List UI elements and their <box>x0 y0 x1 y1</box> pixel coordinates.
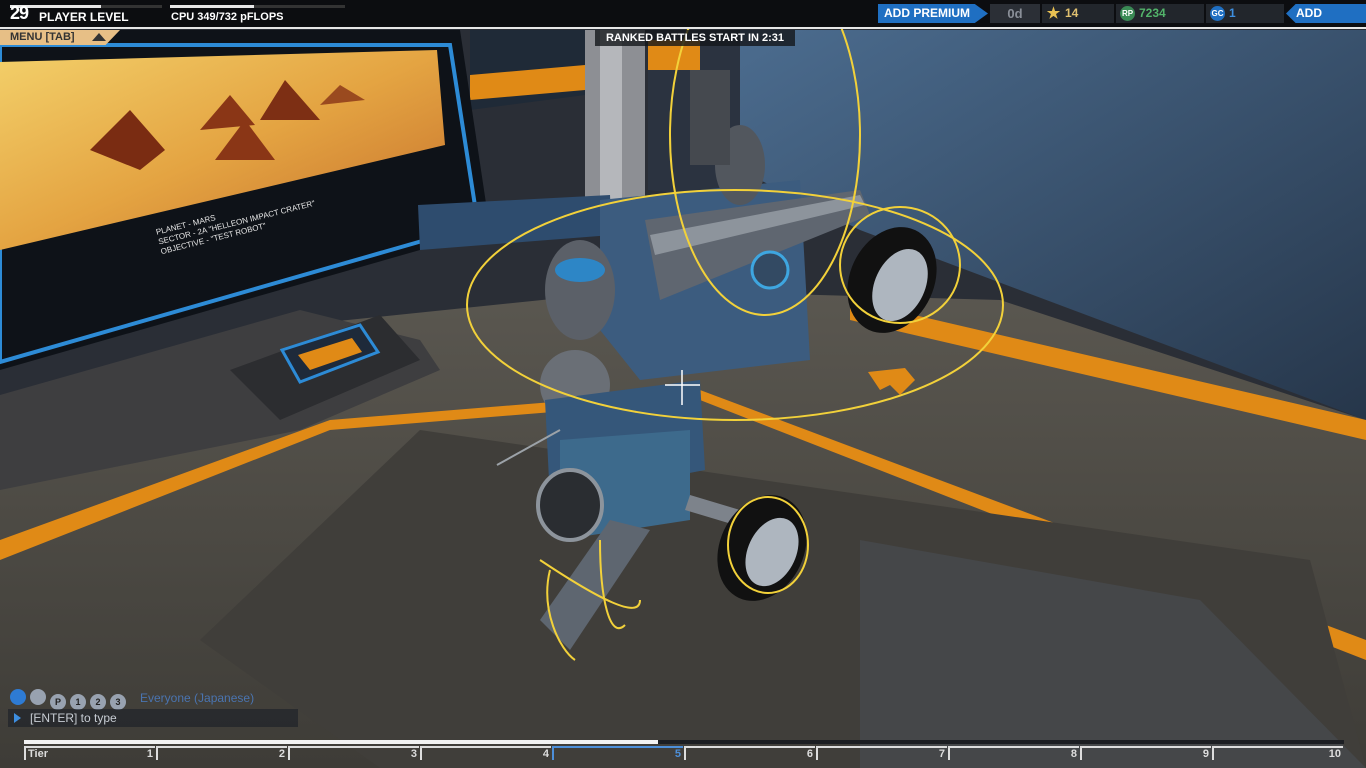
tier-tick: 1 <box>24 746 155 760</box>
globe-icon[interactable] <box>10 689 26 705</box>
top-bar: 29 PLAYER LEVEL CPU 349/732 pFLOPS ADD P… <box>0 0 1366 29</box>
user3-icon[interactable]: 3 <box>110 694 126 710</box>
user1-icon[interactable]: 1 <box>70 694 86 710</box>
ranked-battles-banner: RANKED BATTLES START IN 2:31 <box>595 30 795 46</box>
robits-icon: RP <box>1120 6 1135 22</box>
tier-tick: 5 <box>552 746 683 760</box>
tier-tick-label: 7 <box>938 748 945 760</box>
premium-days: 0d <box>990 4 1040 23</box>
tier-progress-fill <box>24 740 658 744</box>
galaxy-credits-icon: GC <box>1210 6 1225 22</box>
tier-progress-track <box>24 740 1344 744</box>
tier-bar: Tier 1 2 3 4 5 6 7 8 9 10 <box>0 738 1366 768</box>
tier-tick: 7 <box>816 746 947 760</box>
chevron-right-icon <box>14 713 21 723</box>
stars-value: 14 <box>1065 6 1079 20</box>
tier-tick: 4 <box>420 746 551 760</box>
cpu-progress-fill <box>170 5 254 8</box>
tier-tick-label: 4 <box>542 748 549 760</box>
tier-tick-label: 9 <box>1202 748 1209 760</box>
robits-value: 7234 <box>1139 6 1166 20</box>
player-level-number: 29 <box>10 3 29 23</box>
menu-tab-button[interactable]: MENU [TAB] <box>0 30 120 45</box>
tier-tick: 8 <box>948 746 1079 760</box>
tier-tick-label: 1 <box>146 748 153 760</box>
chat-channel-icons: P123 <box>10 689 130 710</box>
robits-counter: RP 7234 <box>1116 4 1204 23</box>
cpu-progress-bar <box>170 5 345 8</box>
chat-channel-name[interactable]: Everyone (Japanese) <box>140 691 254 705</box>
add-funds-button[interactable]: ADD FUNDS <box>1286 4 1366 23</box>
tier-tick: 3 <box>288 746 419 760</box>
chat-input-hint: [ENTER] to type <box>30 711 117 725</box>
tier-tick: 2 <box>156 746 287 760</box>
add-premium-button[interactable]: ADD PREMIUM <box>878 4 988 23</box>
party-icon[interactable]: P <box>50 694 66 710</box>
player-level-label: PLAYER LEVEL <box>39 10 129 24</box>
user2-icon[interactable]: 2 <box>90 694 106 710</box>
tier-tick-label: 8 <box>1070 748 1077 760</box>
stars-counter: ★ 14 <box>1042 4 1114 23</box>
people-icon[interactable] <box>30 689 46 705</box>
menu-tab-label: MENU [TAB] <box>10 31 75 43</box>
tier-tick-label: 2 <box>278 748 285 760</box>
tier-tick-label: 3 <box>410 748 417 760</box>
tier-tick-label: 6 <box>806 748 813 760</box>
chat-input[interactable]: [ENTER] to type <box>8 709 298 727</box>
garage-background <box>0 0 1366 768</box>
tier-tick-label: 5 <box>674 748 681 760</box>
tier-tick: 9 <box>1080 746 1211 760</box>
star-icon: ★ <box>1046 5 1061 23</box>
tier-tick-label: 10 <box>1328 748 1341 760</box>
cpu-label: CPU 349/732 pFLOPS <box>171 11 284 23</box>
garage-scene: PLANET - MARS SECTOR - 2A "HELLEON IMPAC… <box>0 0 1366 768</box>
tier-tick: 6 <box>684 746 815 760</box>
player-level-progress-bar <box>10 5 162 8</box>
chevron-up-icon <box>92 33 106 41</box>
tier-tick: 10 <box>1212 746 1343 760</box>
galaxy-credits-value: 1 <box>1229 6 1236 20</box>
galaxy-credits-counter: GC 1 <box>1206 4 1284 23</box>
